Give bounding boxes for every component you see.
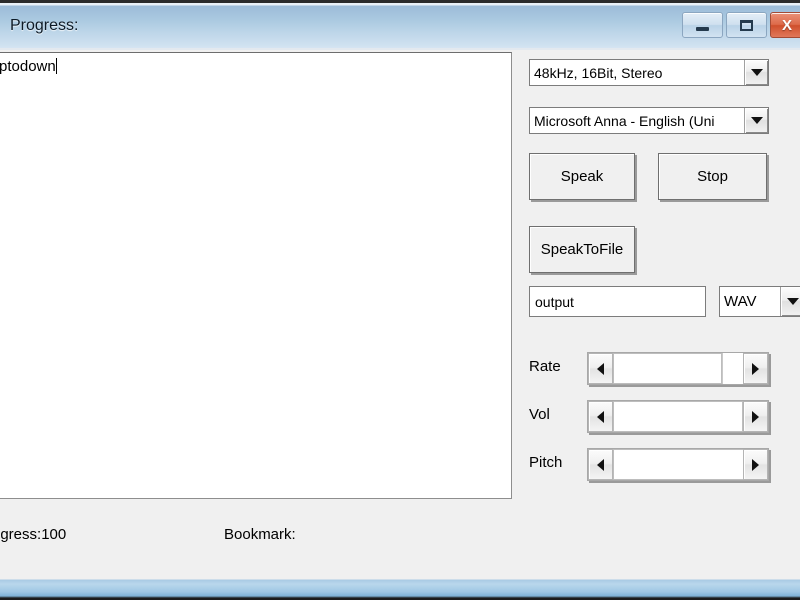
rate-decrease-button[interactable] xyxy=(588,353,613,384)
text-input-content: ptodown xyxy=(0,58,57,75)
chevron-down-icon xyxy=(786,298,799,305)
voice-value: Microsoft Anna - English (Uni xyxy=(534,112,715,129)
file-format-dropdown[interactable]: WAV xyxy=(719,286,800,317)
pitch-decrease-button[interactable] xyxy=(588,449,613,480)
speak-to-file-button[interactable]: SpeakToFile xyxy=(529,226,635,273)
application-window: Progress: X ptodown 48kHz, 16Bit, Stereo… xyxy=(0,0,800,600)
rate-slider[interactable] xyxy=(587,352,769,385)
voice-dropdown-arrow[interactable] xyxy=(744,108,768,133)
text-caret xyxy=(55,58,57,74)
close-icon: X xyxy=(781,16,792,34)
file-format-value: WAV xyxy=(724,293,757,310)
maximize-icon xyxy=(740,19,753,31)
window-titlebar[interactable]: Progress: X xyxy=(0,0,800,50)
maximize-button[interactable] xyxy=(726,12,767,38)
window-bottom-border xyxy=(0,578,800,600)
pitch-slider[interactable] xyxy=(587,448,769,481)
arrow-right-icon xyxy=(752,458,759,471)
volume-label: Vol xyxy=(529,406,550,423)
arrow-left-icon xyxy=(597,362,604,375)
volume-increase-button[interactable] xyxy=(743,401,768,432)
rate-label: Rate xyxy=(529,358,561,375)
file-format-dropdown-arrow[interactable] xyxy=(780,287,800,316)
audio-format-dropdown[interactable]: 48kHz, 16Bit, Stereo xyxy=(529,59,769,86)
window-title: Progress: xyxy=(10,17,79,34)
volume-decrease-button[interactable] xyxy=(588,401,613,432)
rate-slider-thumb[interactable] xyxy=(613,353,722,384)
output-filename-input[interactable]: output xyxy=(529,286,706,317)
volume-slider[interactable] xyxy=(587,400,769,433)
pitch-increase-button[interactable] xyxy=(743,449,768,480)
minimize-icon xyxy=(696,26,709,31)
bookmark-status-label: Bookmark: xyxy=(224,526,296,543)
text-input-area[interactable]: ptodown xyxy=(0,52,512,499)
arrow-left-icon xyxy=(597,410,604,423)
dialog-client-area: ptodown 48kHz, 16Bit, Stereo Microsoft A… xyxy=(0,50,800,578)
output-filename-value: output xyxy=(535,293,574,310)
stop-button[interactable]: Stop xyxy=(658,153,767,200)
pitch-slider-thumb[interactable] xyxy=(613,449,744,480)
chevron-down-icon xyxy=(750,117,763,124)
arrow-right-icon xyxy=(752,362,759,375)
minimize-button[interactable] xyxy=(682,12,723,38)
volume-slider-thumb[interactable] xyxy=(613,401,743,432)
close-button[interactable]: X xyxy=(770,12,800,38)
voice-dropdown[interactable]: Microsoft Anna - English (Uni xyxy=(529,107,769,134)
progress-status-label: ogress:100 xyxy=(0,526,67,543)
rate-increase-button[interactable] xyxy=(743,353,768,384)
arrow-left-icon xyxy=(597,458,604,471)
chevron-down-icon xyxy=(750,69,763,76)
arrow-right-icon xyxy=(752,410,759,423)
text-input-value: ptodown xyxy=(0,58,56,75)
speak-button[interactable]: Speak xyxy=(529,153,635,200)
audio-format-dropdown-arrow[interactable] xyxy=(744,60,768,85)
audio-format-value: 48kHz, 16Bit, Stereo xyxy=(534,64,663,81)
pitch-label: Pitch xyxy=(529,454,563,471)
